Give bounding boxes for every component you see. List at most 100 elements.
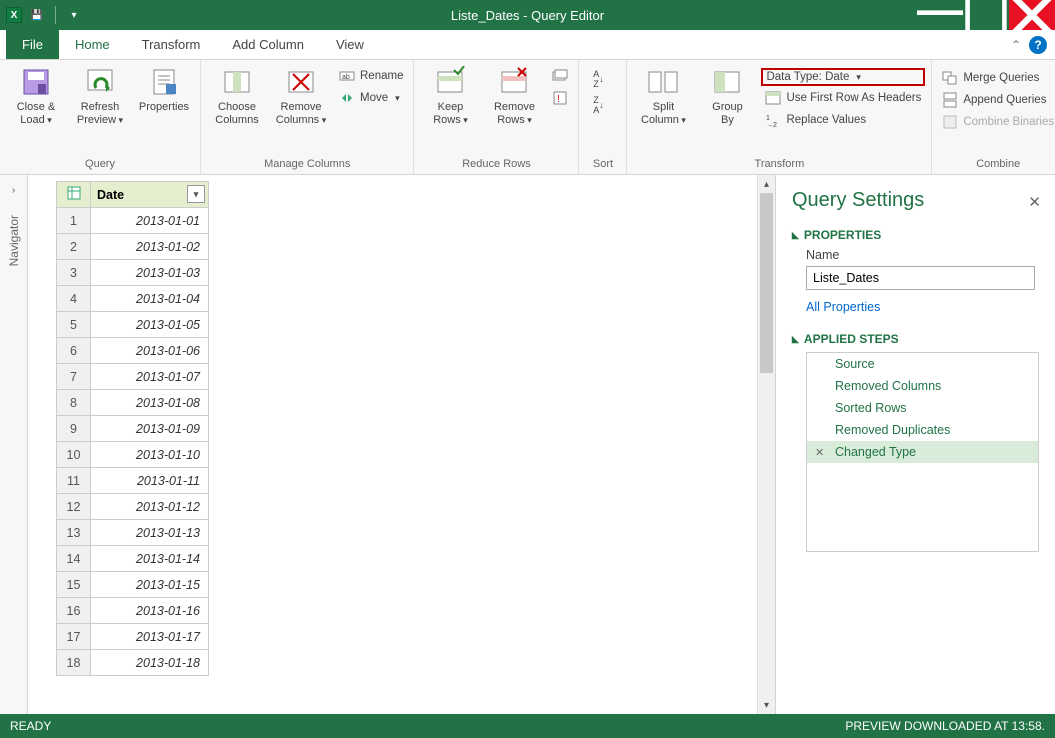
all-properties-link[interactable]: All Properties: [806, 300, 880, 314]
merge-queries-button[interactable]: Merge Queries: [938, 68, 1055, 88]
scroll-down-button[interactable]: ▾: [758, 696, 775, 714]
table-row[interactable]: 142013-01-14: [57, 546, 209, 572]
qat-save-icon[interactable]: 💾: [28, 6, 46, 24]
close-settings-icon[interactable]: ✕: [1028, 193, 1041, 211]
replace-values-button[interactable]: 1→2 Replace Values: [761, 110, 925, 130]
properties-section-header[interactable]: PROPERTIES: [792, 228, 1045, 242]
tab-home[interactable]: Home: [59, 31, 126, 58]
keep-rows-button[interactable]: Keep Rows: [420, 64, 480, 128]
close-load-button[interactable]: Close & Load: [6, 64, 66, 128]
table-row[interactable]: 52013-01-05: [57, 312, 209, 338]
date-cell[interactable]: 2013-01-08: [91, 390, 209, 416]
split-column-button[interactable]: Split Column: [633, 64, 693, 128]
row-number[interactable]: 8: [57, 390, 91, 416]
sort-asc-button[interactable]: AZ↓: [587, 68, 609, 90]
table-row[interactable]: 122013-01-12: [57, 494, 209, 520]
table-row[interactable]: 92013-01-09: [57, 416, 209, 442]
date-cell[interactable]: 2013-01-17: [91, 624, 209, 650]
table-row[interactable]: 162013-01-16: [57, 598, 209, 624]
row-number[interactable]: 7: [57, 364, 91, 390]
row-number[interactable]: 3: [57, 260, 91, 286]
date-cell[interactable]: 2013-01-13: [91, 520, 209, 546]
date-cell[interactable]: 2013-01-01: [91, 208, 209, 234]
applied-step[interactable]: Sorted Rows: [807, 397, 1038, 419]
table-row[interactable]: 12013-01-01: [57, 208, 209, 234]
row-number[interactable]: 16: [57, 598, 91, 624]
table-row[interactable]: 152013-01-15: [57, 572, 209, 598]
table-row[interactable]: 22013-01-02: [57, 234, 209, 260]
table-row[interactable]: 132013-01-13: [57, 520, 209, 546]
scroll-up-button[interactable]: ▴: [758, 175, 775, 193]
date-cell[interactable]: 2013-01-10: [91, 442, 209, 468]
date-cell[interactable]: 2013-01-06: [91, 338, 209, 364]
row-number[interactable]: 17: [57, 624, 91, 650]
remove-columns-button[interactable]: Remove Columns: [271, 64, 331, 128]
first-row-headers-button[interactable]: Use First Row As Headers: [761, 88, 925, 108]
rename-button[interactable]: ab Rename: [335, 66, 407, 86]
scroll-thumb[interactable]: [760, 193, 773, 373]
row-number[interactable]: 11: [57, 468, 91, 494]
table-row[interactable]: 112013-01-11: [57, 468, 209, 494]
row-number[interactable]: 6: [57, 338, 91, 364]
sort-desc-button[interactable]: ZA↓: [587, 94, 609, 116]
row-number[interactable]: 13: [57, 520, 91, 546]
date-cell[interactable]: 2013-01-11: [91, 468, 209, 494]
date-cell[interactable]: 2013-01-18: [91, 650, 209, 676]
applied-steps-header[interactable]: APPLIED STEPS: [792, 332, 1045, 346]
table-row[interactable]: 172013-01-17: [57, 624, 209, 650]
close-button[interactable]: [1009, 0, 1055, 30]
navigator-expand-icon[interactable]: ›: [12, 185, 15, 196]
table-row[interactable]: 32013-01-03: [57, 260, 209, 286]
date-cell[interactable]: 2013-01-04: [91, 286, 209, 312]
row-number[interactable]: 1: [57, 208, 91, 234]
date-cell[interactable]: 2013-01-05: [91, 312, 209, 338]
table-row[interactable]: 82013-01-08: [57, 390, 209, 416]
query-name-input[interactable]: [806, 266, 1035, 290]
row-number[interactable]: 4: [57, 286, 91, 312]
table-row[interactable]: 42013-01-04: [57, 286, 209, 312]
row-number[interactable]: 2: [57, 234, 91, 260]
navigator-pane-collapsed[interactable]: › Navigator: [0, 175, 28, 714]
table-row[interactable]: 72013-01-07: [57, 364, 209, 390]
remove-duplicates-button[interactable]: [548, 66, 572, 86]
properties-button[interactable]: Properties: [134, 64, 194, 116]
date-cell[interactable]: 2013-01-07: [91, 364, 209, 390]
date-cell[interactable]: 2013-01-16: [91, 598, 209, 624]
corner-cell[interactable]: [57, 182, 91, 208]
table-row[interactable]: 102013-01-10: [57, 442, 209, 468]
maximize-button[interactable]: [963, 0, 1009, 30]
choose-columns-button[interactable]: Choose Columns: [207, 64, 267, 128]
date-cell[interactable]: 2013-01-15: [91, 572, 209, 598]
minimize-button[interactable]: [917, 0, 963, 30]
tab-view[interactable]: View: [320, 31, 380, 58]
delete-step-icon[interactable]: ✕: [815, 446, 824, 459]
row-number[interactable]: 18: [57, 650, 91, 676]
date-cell[interactable]: 2013-01-09: [91, 416, 209, 442]
table-row[interactable]: 182013-01-18: [57, 650, 209, 676]
scroll-track[interactable]: [758, 193, 775, 696]
date-cell[interactable]: 2013-01-14: [91, 546, 209, 572]
qat-dropdown-icon[interactable]: ▾: [65, 6, 83, 24]
append-queries-button[interactable]: Append Queries: [938, 90, 1055, 110]
row-number[interactable]: 5: [57, 312, 91, 338]
row-number[interactable]: 12: [57, 494, 91, 520]
help-icon[interactable]: ?: [1029, 36, 1047, 54]
refresh-preview-button[interactable]: Refresh Preview: [70, 64, 130, 128]
data-type-dropdown[interactable]: Data Type: Date▾: [761, 68, 925, 86]
collapse-ribbon-icon[interactable]: ⌃: [1011, 38, 1021, 52]
applied-step[interactable]: ✕Changed Type: [807, 441, 1038, 463]
date-cell[interactable]: 2013-01-02: [91, 234, 209, 260]
group-by-button[interactable]: Group By: [697, 64, 757, 128]
applied-step[interactable]: Source: [807, 353, 1038, 375]
tab-add-column[interactable]: Add Column: [216, 31, 320, 58]
applied-step[interactable]: Removed Columns: [807, 375, 1038, 397]
table-row[interactable]: 62013-01-06: [57, 338, 209, 364]
row-number[interactable]: 9: [57, 416, 91, 442]
row-number[interactable]: 14: [57, 546, 91, 572]
move-button[interactable]: Move▾: [335, 88, 407, 108]
date-cell[interactable]: 2013-01-12: [91, 494, 209, 520]
vertical-scrollbar[interactable]: ▴ ▾: [757, 175, 775, 714]
tab-file[interactable]: File: [6, 30, 59, 59]
applied-step[interactable]: Removed Duplicates: [807, 419, 1038, 441]
date-cell[interactable]: 2013-01-03: [91, 260, 209, 286]
